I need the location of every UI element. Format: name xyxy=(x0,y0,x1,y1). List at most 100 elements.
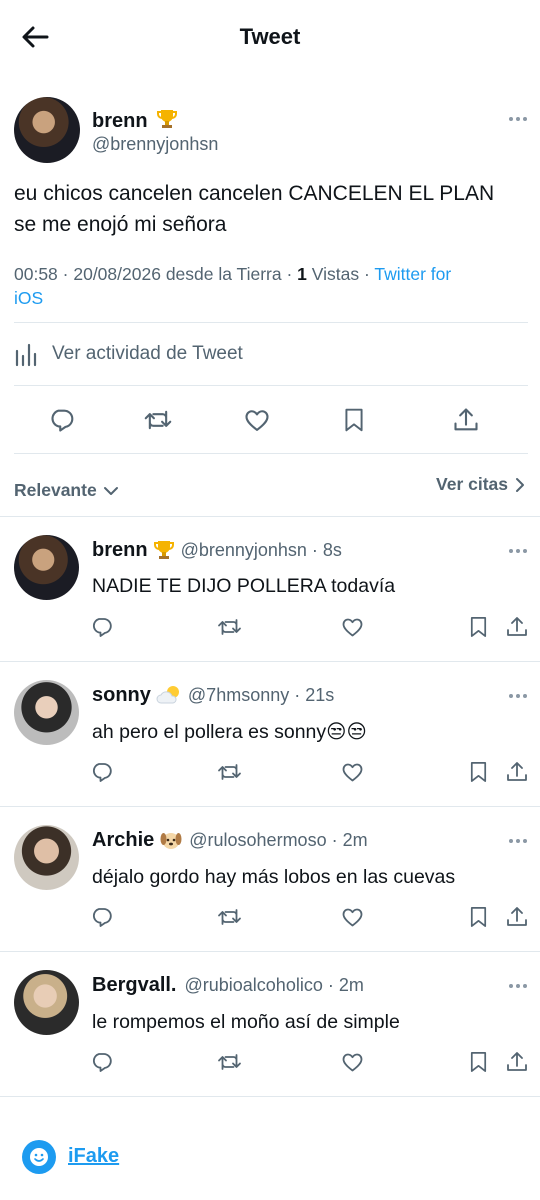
like-button[interactable] xyxy=(338,758,366,786)
reply-author-handle[interactable]: @rulosohermoso xyxy=(189,830,326,851)
avatar[interactable] xyxy=(14,535,79,600)
reply-author-handle[interactable]: @7hmsonny xyxy=(188,685,289,706)
reply-icon xyxy=(51,409,74,432)
view-quotes-link[interactable]: Ver citas xyxy=(436,474,526,495)
retweet-button[interactable] xyxy=(215,903,243,931)
retweet-icon xyxy=(217,619,241,635)
share-button[interactable] xyxy=(450,404,482,436)
retweet-button[interactable] xyxy=(215,1048,243,1076)
bookmark-icon xyxy=(470,1052,486,1072)
dog-face-icon xyxy=(160,833,182,849)
ifake-brand-text: iFake xyxy=(68,1145,120,1167)
reply-author-name[interactable]: Bergvall. xyxy=(92,974,176,997)
more-options-button[interactable] xyxy=(506,112,530,126)
reply-text: le rompemos el moño así de simple xyxy=(92,1011,400,1033)
chevron-right-icon xyxy=(516,477,524,492)
share-button[interactable] xyxy=(503,903,531,931)
reply-time[interactable]: 8s xyxy=(323,540,342,561)
reply-header: Bergvall. @rubioalcoholico · 2m xyxy=(92,973,364,997)
like-button[interactable] xyxy=(240,404,274,436)
retweet-icon xyxy=(217,764,241,780)
tweet-meta: 00:58 · 20/08/2026 desde la Tierra · 1 V… xyxy=(14,264,452,308)
retweet-button[interactable] xyxy=(215,758,243,786)
reply-button[interactable] xyxy=(46,404,78,436)
chevron-down-icon xyxy=(103,486,118,495)
bookmark-icon xyxy=(470,762,486,782)
share-icon xyxy=(507,617,527,636)
bookmark-button[interactable] xyxy=(338,404,370,436)
share-button[interactable] xyxy=(503,613,531,641)
more-icon xyxy=(509,839,513,843)
trophy-icon xyxy=(157,110,178,128)
like-icon xyxy=(245,410,269,431)
bookmark-icon xyxy=(345,408,363,432)
more-icon xyxy=(509,117,513,121)
like-icon xyxy=(342,618,362,637)
like-icon xyxy=(342,908,362,927)
like-button[interactable] xyxy=(338,1048,366,1076)
bookmark-button[interactable] xyxy=(464,758,492,786)
more-options-button[interactable] xyxy=(506,979,530,993)
reply-text: ah pero el pollera es sonny😒😒 xyxy=(92,721,367,743)
more-options-button[interactable] xyxy=(506,544,530,558)
tweet-text: eu chicos cancelen cancelen CANCELEN EL … xyxy=(14,182,495,236)
tweet-date[interactable]: 20/08/2026 xyxy=(73,264,161,284)
reply-author-handle[interactable]: @brennyjonhsn xyxy=(181,540,307,561)
avatar[interactable] xyxy=(14,970,79,1035)
reply-button[interactable] xyxy=(88,758,116,786)
reply-header: Archie @rulosohermoso · 2m xyxy=(92,828,368,852)
divider xyxy=(0,1096,540,1097)
reply-icon xyxy=(93,618,112,637)
tweet-activity-link[interactable]: Ver actividad de Tweet xyxy=(14,340,243,368)
bookmark-button[interactable] xyxy=(464,903,492,931)
divider xyxy=(0,516,540,517)
tweet-location: desde la Tierra xyxy=(165,264,282,284)
views-count: 1 xyxy=(297,264,307,284)
like-icon xyxy=(342,1053,362,1072)
reply-author-name[interactable]: Archie xyxy=(92,829,154,852)
retweet-button[interactable] xyxy=(215,613,243,641)
share-icon xyxy=(507,1052,527,1071)
share-icon xyxy=(507,907,527,926)
like-button[interactable] xyxy=(338,903,366,931)
bookmark-button[interactable] xyxy=(464,613,492,641)
relevante-label: Relevante xyxy=(14,480,97,500)
reply-time[interactable]: 21s xyxy=(305,685,334,706)
tweet-time[interactable]: 00:58 xyxy=(14,264,58,284)
reply-time[interactable]: 2m xyxy=(339,975,364,996)
sort-relevante-dropdown[interactable]: Relevante xyxy=(14,480,119,501)
avatar[interactable] xyxy=(14,97,80,163)
more-icon xyxy=(509,694,513,698)
retweet-icon xyxy=(217,909,241,925)
avatar[interactable] xyxy=(14,680,79,745)
reply-author-name[interactable]: sonny xyxy=(92,684,151,707)
views-label: Vistas xyxy=(311,264,360,284)
reply-author-handle[interactable]: @rubioalcoholico xyxy=(184,975,322,996)
more-options-button[interactable] xyxy=(506,834,530,848)
reply-button[interactable] xyxy=(88,1048,116,1076)
reply-author-name[interactable]: brenn xyxy=(92,539,148,562)
share-button[interactable] xyxy=(503,758,531,786)
reply-icon xyxy=(93,908,112,927)
share-icon xyxy=(507,762,527,781)
divider xyxy=(0,951,540,952)
page-title: Tweet xyxy=(239,24,301,49)
bookmark-button[interactable] xyxy=(464,1048,492,1076)
reply-icon xyxy=(93,763,112,782)
citas-label: Ver citas xyxy=(436,474,508,494)
like-button[interactable] xyxy=(338,613,366,641)
more-options-button[interactable] xyxy=(506,689,530,703)
divider xyxy=(0,806,540,807)
reply-time[interactable]: 2m xyxy=(343,830,368,851)
divider xyxy=(14,453,528,454)
reply-button[interactable] xyxy=(88,903,116,931)
reply-button[interactable] xyxy=(88,613,116,641)
share-button[interactable] xyxy=(503,1048,531,1076)
avatar[interactable] xyxy=(14,825,79,890)
author-name[interactable]: brenn xyxy=(92,108,178,133)
retweet-icon xyxy=(217,1054,241,1070)
retweet-button[interactable] xyxy=(141,404,175,436)
author-handle[interactable]: @brennyjonhsn xyxy=(92,134,218,155)
trophy-icon xyxy=(153,541,174,559)
divider xyxy=(0,661,540,662)
